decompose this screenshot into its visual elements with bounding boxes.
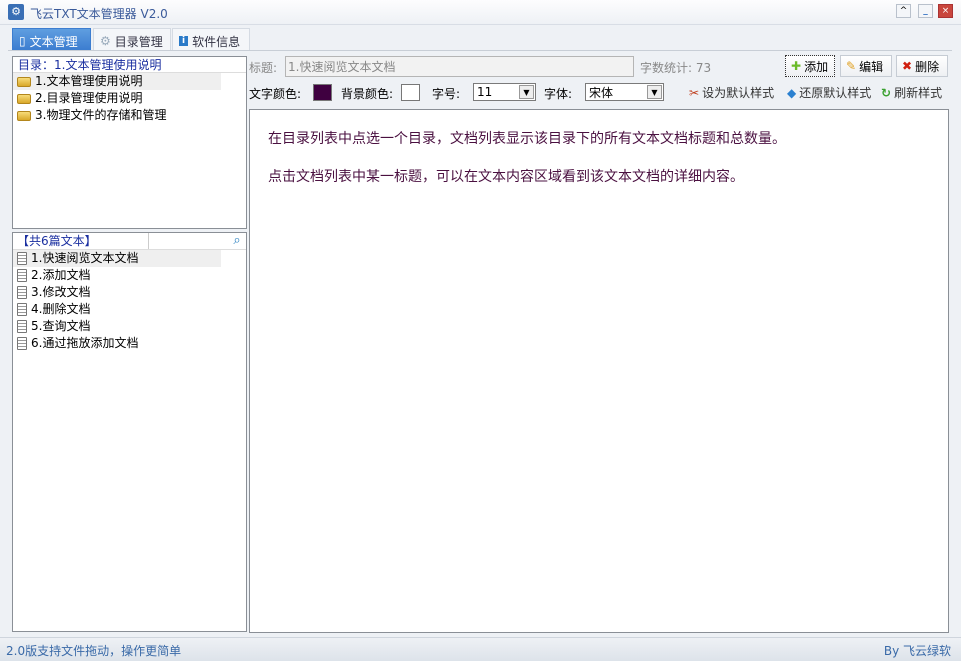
refresh-label: 刷新样式 <box>894 86 943 100</box>
content-paragraph: 点击文档列表中某一标题，可以在文本内容区域看到该文本文档的详细内容。 <box>268 169 744 185</box>
status-right-text: By 飞云绿软 <box>883 644 951 658</box>
word-count: 字数统计: 73 <box>640 61 712 75</box>
document-item[interactable]: 6.通过拖放添加文档 <box>13 335 246 352</box>
text-color-label: 文字颜色: <box>249 87 302 101</box>
font-size-select[interactable]: 11 ▼ <box>473 83 536 101</box>
document-icon <box>17 286 27 299</box>
document-item[interactable]: 3.修改文档 <box>13 284 246 301</box>
delete-label: 删除 <box>915 59 940 74</box>
directory-item-label: 1.文本管理使用说明 <box>35 74 143 88</box>
document-icon: ▯ <box>19 34 26 48</box>
directory-item-label: 2.目录管理使用说明 <box>35 91 143 105</box>
document-icon <box>17 320 27 333</box>
app-title: 飞云TXT文本管理器 V2.0 <box>30 7 168 21</box>
directory-tree[interactable]: 目录：1.文本管理使用说明 1.文本管理使用说明 2.目录管理使用说明 3.物理… <box>12 56 247 229</box>
document-icon <box>17 252 27 265</box>
edit-button[interactable]: ✎ 编辑 <box>840 55 892 77</box>
set-default-style-button[interactable]: ✂ 设为默认样式 <box>689 84 774 101</box>
tab-software-info[interactable]: i 软件信息 <box>172 28 250 50</box>
tab-directory-management[interactable]: ⚙ 目录管理 <box>93 28 171 50</box>
minimize-button[interactable]: _ <box>918 4 933 18</box>
directory-item[interactable]: 3.物理文件的存储和管理 <box>13 107 246 124</box>
tab-label: 目录管理 <box>114 34 163 49</box>
font-value: 宋体 <box>589 85 614 100</box>
document-search-input[interactable] <box>148 233 228 249</box>
bg-color-swatch[interactable] <box>401 84 420 101</box>
font-select[interactable]: 宋体 ▼ <box>585 83 664 101</box>
search-icon[interactable]: ⌕ <box>228 233 246 249</box>
document-icon <box>17 303 27 316</box>
tab-text-management[interactable]: ▯ 文本管理 <box>12 28 91 50</box>
document-item[interactable]: 5.查询文档 <box>13 318 246 335</box>
restore-button[interactable]: ^ <box>896 4 911 18</box>
bg-color-label: 背景颜色: <box>341 87 394 101</box>
plus-icon: ✚ <box>791 59 802 73</box>
document-item-label: 5.查询文档 <box>31 319 91 333</box>
title-bar: ⚙ 飞云TXT文本管理器 V2.0 ^ _ × <box>0 0 961 25</box>
arrow-left-icon: ◆ <box>787 85 797 100</box>
document-icon <box>17 337 27 350</box>
folder-icon <box>17 76 31 87</box>
font-label: 字体: <box>544 87 573 101</box>
refresh-icon: ↻ <box>881 85 892 100</box>
title-input[interactable] <box>285 56 634 77</box>
delete-button[interactable]: ✖ 删除 <box>896 55 948 77</box>
add-button[interactable]: ✚ 添加 <box>785 55 835 77</box>
gear-icon: ⚙ <box>100 34 111 48</box>
font-size-value: 11 <box>477 85 493 99</box>
directory-item-label: 3.物理文件的存储和管理 <box>35 108 167 122</box>
restore-default-label: 还原默认样式 <box>799 86 872 100</box>
info-icon: i <box>179 36 189 46</box>
document-item-label: 3.修改文档 <box>31 285 91 299</box>
folder-icon <box>17 93 31 104</box>
pencil-icon: ✎ <box>846 59 857 73</box>
document-item[interactable]: 4.删除文档 <box>13 301 246 318</box>
refresh-style-button[interactable]: ↻ 刷新样式 <box>881 84 942 101</box>
document-list[interactable]: 【共6篇文本】 ⌕ 1.快速阅览文本文档 2.添加文档 3.修改文档 4.删除文… <box>12 232 247 632</box>
document-item[interactable]: 2.添加文档 <box>13 267 246 284</box>
directory-header: 目录：1.文本管理使用说明 <box>13 57 246 73</box>
document-item-label: 1.快速阅览文本文档 <box>31 251 139 265</box>
tools-icon: ✂ <box>689 85 700 100</box>
document-item-label: 2.添加文档 <box>31 268 91 282</box>
directory-item[interactable]: 1.文本管理使用说明 <box>13 73 221 90</box>
edit-label: 编辑 <box>859 59 884 74</box>
x-icon: ✖ <box>902 59 913 73</box>
add-label: 添加 <box>804 59 829 74</box>
document-item[interactable]: 1.快速阅览文本文档 <box>13 250 221 267</box>
title-label: 标题: <box>249 61 278 75</box>
document-item-label: 4.删除文档 <box>31 302 91 316</box>
status-bar: 2.0版支持文件拖动，操作更简单 By 飞云绿软 <box>0 637 961 661</box>
tab-label: 文本管理 <box>29 34 78 49</box>
chevron-down-icon: ▼ <box>519 85 534 99</box>
tab-label: 软件信息 <box>192 34 241 49</box>
document-item-label: 6.通过拖放添加文档 <box>31 336 139 350</box>
app-gear-icon: ⚙ <box>8 4 24 20</box>
document-icon <box>17 269 27 282</box>
content-paragraph: 在目录列表中点选一个目录，文档列表显示该目录下的所有文本文档标题和总数量。 <box>268 131 786 147</box>
font-size-label: 字号: <box>432 87 461 101</box>
text-content-area[interactable]: 在目录列表中点选一个目录，文档列表显示该目录下的所有文本文档标题和总数量。 点击… <box>249 109 949 633</box>
text-color-swatch[interactable] <box>313 84 332 101</box>
restore-default-style-button[interactable]: ◆ 还原默认样式 <box>787 84 871 101</box>
document-count: 【共6篇文本】 <box>17 234 97 248</box>
status-left-text: 2.0版支持文件拖动，操作更简单 <box>6 644 182 658</box>
close-button[interactable]: × <box>938 4 953 18</box>
directory-item[interactable]: 2.目录管理使用说明 <box>13 90 246 107</box>
chevron-down-icon: ▼ <box>647 85 662 99</box>
set-default-label: 设为默认样式 <box>702 86 775 100</box>
folder-icon <box>17 110 31 121</box>
